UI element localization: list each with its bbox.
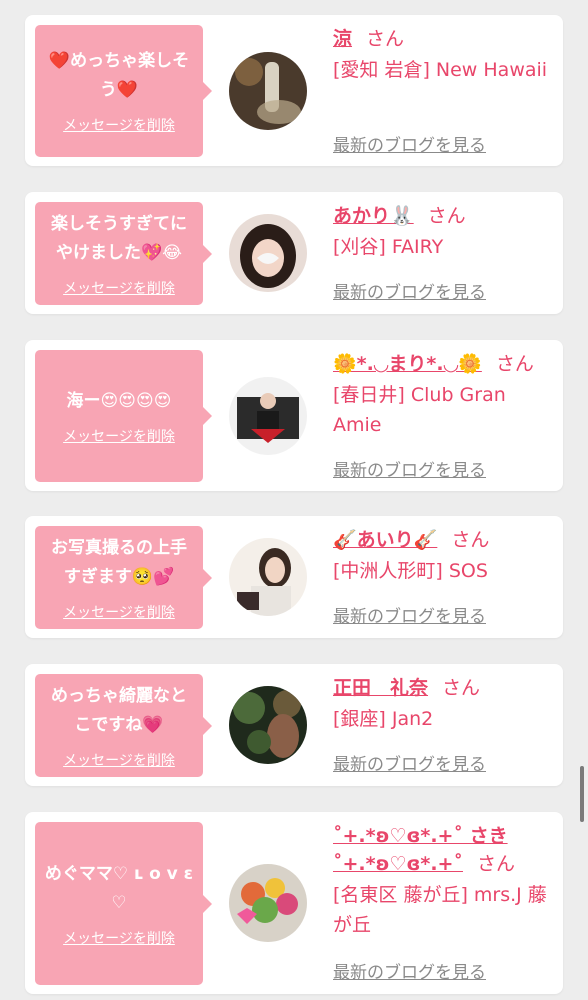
delete-message-link[interactable]: メッセージを削除 [63, 278, 175, 298]
delete-message-link[interactable]: メッセージを削除 [63, 115, 175, 135]
message-text: 楽しそうすぎてにやけました💖😂 [51, 213, 187, 263]
message-text: お写真撮るの上手すぎます🥺💕 [51, 537, 187, 587]
shop-label: [銀座] Jan2 [333, 708, 434, 730]
latest-blog-link[interactable]: 最新のブログを見る [333, 958, 486, 983]
message-card: めっちゃ綺麗なとこですね💗 メッセージを削除 正田 礼奈 さん [銀座] Jan2… [25, 664, 563, 786]
message-bubble: 楽しそうすぎてにやけました💖😂 メッセージを削除 [35, 202, 212, 305]
avatar[interactable] [229, 52, 307, 130]
latest-blog-link[interactable]: 最新のブログを見る [333, 456, 486, 481]
scrollbar[interactable] [580, 766, 584, 822]
honorific: さん [495, 353, 534, 375]
avatar[interactable] [229, 538, 307, 616]
message-bubble: めぐママ♡ ʟ ᴏ ᴠ ε ♡ メッセージを削除 [35, 822, 212, 985]
avatar[interactable] [229, 214, 307, 292]
message-text: 海ー😍😍😍😍 [66, 390, 172, 411]
honorific: さん [451, 529, 490, 551]
message-text: めっちゃ綺麗なとこですね💗 [51, 685, 187, 735]
delete-message-link[interactable]: メッセージを削除 [63, 928, 175, 948]
latest-blog-link[interactable]: 最新のブログを見る [333, 131, 486, 156]
honorific: さん [427, 205, 466, 227]
delete-message-link[interactable]: メッセージを削除 [63, 750, 175, 770]
sender-info: 涼さん [愛知 岩倉] New Hawaii [333, 25, 551, 85]
sender-name-link[interactable]: あかり🐰 [333, 205, 414, 227]
message-text: めぐママ♡ ʟ ᴏ ᴠ ε ♡ [44, 863, 194, 913]
honorific: さん [442, 677, 481, 699]
message-card: お写真撮るの上手すぎます🥺💕 メッセージを削除 🎸あいり🎸 さん [中洲人形町] … [25, 516, 563, 638]
message-card: ❤️めっちゃ楽しそう❤️ メッセージを削除 涼さん [愛知 岩倉] New Ha… [25, 15, 563, 166]
shop-label: [名東区 藤が丘] mrs.J 藤が丘 [333, 884, 547, 936]
sender-info: あかり🐰 さん [刈谷] FAIRY [333, 202, 551, 262]
message-card: めぐママ♡ ʟ ᴏ ᴠ ε ♡ メッセージを削除 ˚+.*ʚ♡ɞ*.+˚ さき˚… [25, 812, 563, 994]
sender-name-link[interactable]: 🌼*.◡まり*.◡🌼 [333, 353, 482, 375]
sender-info: 🎸あいり🎸 さん [中洲人形町] SOS [333, 526, 551, 586]
message-card: 楽しそうすぎてにやけました💖😂 メッセージを削除 あかり🐰 さん [刈谷] FAI… [25, 192, 563, 314]
message-bubble: お写真撮るの上手すぎます🥺💕 メッセージを削除 [35, 526, 212, 629]
shop-label: [刈谷] FAIRY [333, 236, 444, 258]
message-text: ❤️めっちゃ楽しそう❤️ [48, 51, 190, 100]
message-bubble: 海ー😍😍😍😍 メッセージを削除 [35, 350, 212, 482]
sender-name-link[interactable]: 正田 礼奈 [333, 677, 428, 699]
latest-blog-link[interactable]: 最新のブログを見る [333, 278, 486, 303]
avatar[interactable] [229, 686, 307, 764]
sender-info: 正田 礼奈 さん [銀座] Jan2 [333, 674, 551, 734]
delete-message-link[interactable]: メッセージを削除 [63, 426, 175, 446]
latest-blog-link[interactable]: 最新のブログを見る [333, 602, 486, 627]
delete-message-link[interactable]: メッセージを削除 [63, 602, 175, 622]
honorific: さん [366, 28, 405, 50]
sender-name-link[interactable]: 🎸あいり🎸 [333, 529, 437, 551]
shop-label: [中洲人形町] SOS [333, 560, 488, 582]
message-bubble: めっちゃ綺麗なとこですね💗 メッセージを削除 [35, 674, 212, 777]
shop-label: [春日井] Club Gran Amie [333, 384, 506, 436]
latest-blog-link[interactable]: 最新のブログを見る [333, 750, 486, 775]
shop-label: [愛知 岩倉] New Hawaii [333, 59, 548, 81]
sender-name-link[interactable]: 涼 [333, 28, 352, 50]
sender-info: ˚+.*ʚ♡ɞ*.+˚ さき˚+.*ʚ♡ɞ*.+˚ さん [名東区 藤が丘] mr… [333, 822, 551, 940]
message-bubble: ❤️めっちゃ楽しそう❤️ メッセージを削除 [35, 25, 212, 157]
honorific: さん [476, 853, 515, 875]
avatar[interactable] [229, 864, 307, 942]
message-card: 海ー😍😍😍😍 メッセージを削除 🌼*.◡まり*.◡🌼 さん [春日井] Club … [25, 340, 563, 491]
sender-info: 🌼*.◡まり*.◡🌼 さん [春日井] Club Gran Amie [333, 350, 551, 440]
avatar[interactable] [229, 377, 307, 455]
